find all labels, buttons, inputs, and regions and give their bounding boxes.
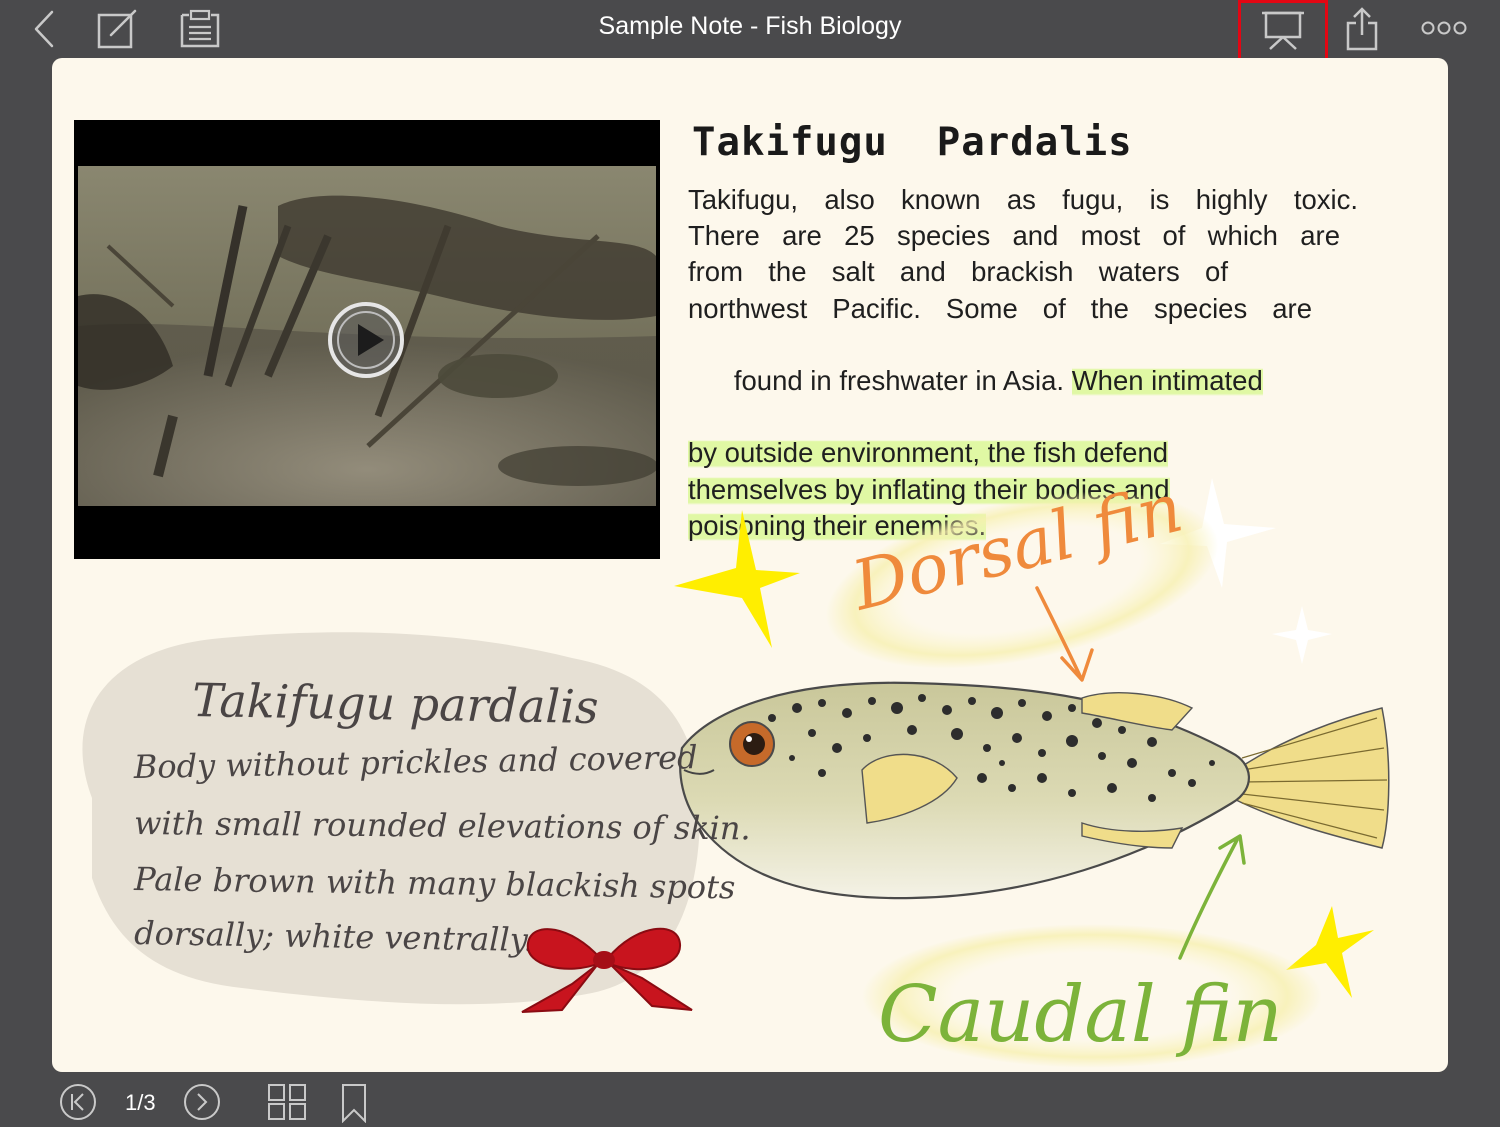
page-indicator: 1/3 (125, 1090, 156, 1115)
chevron-left-icon (34, 10, 54, 48)
note-title: Sample Note - Fish Biology (598, 12, 902, 40)
caudal-fin-label: Caudal fin (878, 970, 1283, 1060)
body-line: northwest Pacific. Some of the species a… (688, 292, 1312, 324)
body-line: from the salt and brackish waters of (688, 256, 1228, 288)
body-line: There are 25 species and most of which a… (688, 220, 1340, 252)
bubble-line: dorsally; white ventrally. (134, 914, 534, 959)
next-page-button[interactable] (182, 1082, 222, 1122)
highlighted-text: poisoning their enemies. (688, 509, 987, 541)
highlighted-text: themselves by inflating their bodies and (688, 473, 1170, 505)
bubble-line: Body without prickles and covered (132, 738, 697, 786)
compose-icon (97, 9, 137, 49)
star-yellow-icon (1286, 906, 1374, 998)
bottom-toolbar (0, 1075, 1500, 1127)
edit-button[interactable] (94, 6, 140, 52)
bookmark-button[interactable] (338, 1082, 370, 1124)
bubble-line: with small rounded elevations of skin. (134, 804, 751, 847)
caudal-arrow (1178, 834, 1246, 960)
highlight-box (1238, 0, 1328, 63)
more-button[interactable] (1418, 16, 1470, 40)
fish-illustration (679, 681, 1390, 900)
body-line: Takifugu, also known as fugu, is highly … (688, 184, 1358, 215)
note-body: Takifugu, also known as fugu, is highly … (688, 182, 1358, 544)
grid-icon (268, 1084, 306, 1120)
body-line: found in freshwater in Asia. (733, 365, 1065, 397)
dorsal-arrow (1035, 586, 1094, 682)
top-toolbar: Sample Note - Fish Biology (0, 0, 1500, 63)
share-button[interactable] (1342, 6, 1382, 52)
back-button[interactable] (28, 8, 62, 50)
speech-bubble (82, 632, 701, 1005)
ribbon-bow-icon (521, 927, 693, 1013)
video-player[interactable] (74, 120, 660, 559)
grid-view-button[interactable] (266, 1082, 308, 1122)
first-page-button[interactable] (58, 1082, 98, 1122)
note-page[interactable]: Takifugu Pardalis Takifugu, also known a… (52, 58, 1448, 1072)
document-icon (180, 9, 220, 48)
bookmark-icon (342, 1084, 366, 1123)
play-icon[interactable] (326, 300, 406, 380)
bubble-line: Pale brown with many blackish spots (133, 860, 736, 906)
more-icon (1421, 21, 1467, 35)
star-white-icon (1272, 606, 1332, 664)
highlighted-text: by outside environment, the fish defend (688, 437, 1169, 469)
notes-list-button[interactable] (178, 8, 222, 50)
bubble-title: Takifugu pardalis (192, 673, 599, 734)
note-heading: Takifugu Pardalis (692, 120, 1133, 165)
body-line-mixed: found in freshwater in Asia. When intima… (688, 327, 1358, 436)
share-icon (1346, 7, 1378, 51)
next-page-icon (184, 1084, 220, 1120)
highlighted-text: When intimated (1071, 365, 1263, 397)
first-page-icon (60, 1084, 96, 1120)
